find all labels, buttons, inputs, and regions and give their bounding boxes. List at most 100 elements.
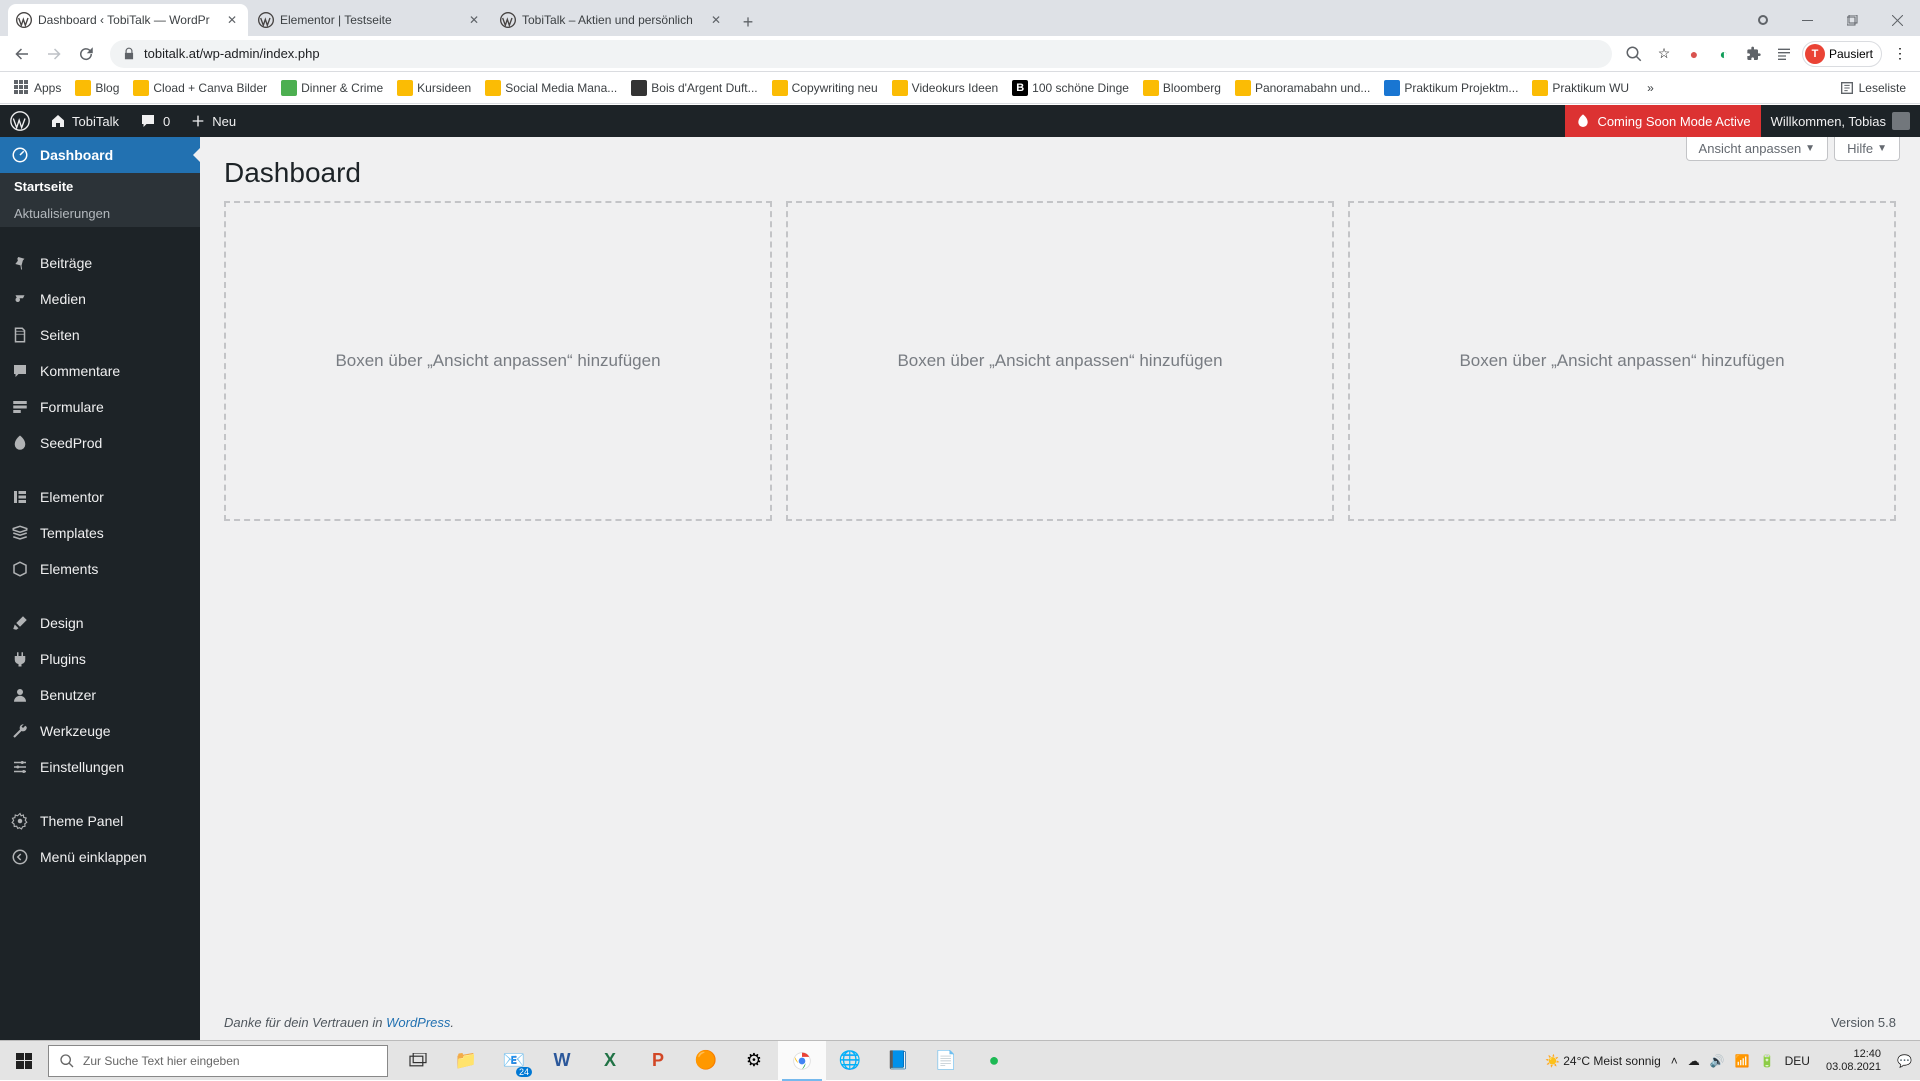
task-app-2[interactable]: 📘	[874, 1041, 922, 1081]
menu-seedprod[interactable]: SeedProd	[0, 425, 200, 461]
profile-button[interactable]: T Pausiert	[1802, 41, 1882, 67]
reading-list-button[interactable]: Leseliste	[1833, 76, 1912, 100]
tray-overflow-icon[interactable]: ˄	[1671, 1054, 1678, 1068]
bookmark-item[interactable]: Social Media Mana...	[479, 76, 623, 100]
back-button[interactable]	[8, 40, 36, 68]
close-icon[interactable]: ✕	[466, 12, 482, 28]
maximize-button[interactable]	[1830, 4, 1875, 36]
window-close-button[interactable]	[1875, 4, 1920, 36]
task-view-button[interactable]	[394, 1041, 442, 1081]
minimize-button[interactable]	[1785, 4, 1830, 36]
browser-tab-1[interactable]: Elementor | Testseite ✕	[250, 4, 490, 36]
taskbar-clock[interactable]: 12:40 03.08.2021	[1820, 1048, 1887, 1072]
menu-formulare[interactable]: Formulare	[0, 389, 200, 425]
bookmark-item[interactable]: Praktikum WU	[1526, 76, 1635, 100]
battery-icon[interactable]: 🔋	[1760, 1054, 1775, 1068]
plugin-icon	[10, 649, 30, 669]
menu-dashboard[interactable]: Dashboard	[0, 137, 200, 173]
help-tab[interactable]: Hilfe ▼	[1834, 137, 1900, 161]
weather-widget[interactable]: ☀️ 24°C Meist sonnig	[1545, 1054, 1661, 1068]
apps-shortcut[interactable]: Apps	[8, 76, 67, 100]
widget-placeholder[interactable]: Boxen über „Ansicht anpassen“ hinzufügen	[786, 201, 1334, 521]
new-content-link[interactable]: Neu	[180, 105, 246, 137]
extensions-puzzle-icon[interactable]	[1742, 42, 1766, 66]
submenu-aktualisierungen[interactable]: Aktualisierungen	[0, 200, 200, 227]
kebab-menu-icon[interactable]: ⋮	[1888, 42, 1912, 66]
menu-design[interactable]: Design	[0, 605, 200, 641]
new-tab-button[interactable]: +	[734, 8, 762, 36]
widget-placeholder[interactable]: Boxen über „Ansicht anpassen“ hinzufügen	[224, 201, 772, 521]
bookmark-overflow[interactable]: »	[1641, 77, 1660, 99]
action-center-icon[interactable]: 💬	[1897, 1054, 1912, 1068]
reading-list-icon[interactable]	[1772, 42, 1796, 66]
close-icon[interactable]: ✕	[708, 12, 724, 28]
bookmark-item[interactable]: Videokurs Ideen	[886, 76, 1005, 100]
onedrive-icon[interactable]: ☁	[1688, 1054, 1700, 1068]
my-account-link[interactable]: Willkommen, Tobias	[1761, 105, 1920, 137]
task-powerpoint[interactable]: P	[634, 1041, 682, 1081]
menu-einstellungen[interactable]: Einstellungen	[0, 749, 200, 785]
menu-templates[interactable]: Templates	[0, 515, 200, 551]
task-mail[interactable]: 📧24	[490, 1041, 538, 1081]
menu-kommentare[interactable]: Kommentare	[0, 353, 200, 389]
task-excel[interactable]: X	[586, 1041, 634, 1081]
volume-icon[interactable]: 🔊	[1710, 1054, 1725, 1068]
bookmark-item[interactable]: Copywriting neu	[766, 76, 884, 100]
account-indicator-icon[interactable]	[1740, 4, 1785, 36]
bookmark-item[interactable]: Blog	[69, 76, 125, 100]
wordpress-link[interactable]: WordPress	[386, 1015, 450, 1030]
tab-strip: Dashboard ‹ TobiTalk — WordPr ✕ Elemento…	[0, 0, 1920, 36]
task-word[interactable]: W	[538, 1041, 586, 1081]
task-notepad[interactable]: 📄	[922, 1041, 970, 1081]
bookmark-item[interactable]: Panoramabahn und...	[1229, 76, 1376, 100]
task-app-1[interactable]: 🟠	[682, 1041, 730, 1081]
menu-benutzer[interactable]: Benutzer	[0, 677, 200, 713]
menu-elementor[interactable]: Elementor	[0, 479, 200, 515]
star-icon[interactable]: ☆	[1652, 42, 1676, 66]
site-name-link[interactable]: TobiTalk	[40, 105, 129, 137]
bookmark-item[interactable]: Bloomberg	[1137, 76, 1227, 100]
menu-medien[interactable]: Medien	[0, 281, 200, 317]
bookmark-item[interactable]: B100 schöne Dinge	[1006, 76, 1135, 100]
home-icon	[50, 113, 66, 129]
coming-soon-badge[interactable]: Coming Soon Mode Active	[1565, 105, 1760, 137]
widget-placeholder[interactable]: Boxen über „Ansicht anpassen“ hinzufügen	[1348, 201, 1896, 521]
extension-icon[interactable]: ◐	[1712, 42, 1736, 66]
wp-logo-menu[interactable]	[0, 105, 40, 137]
folder-icon	[281, 80, 297, 96]
wifi-icon[interactable]: 📶	[1735, 1054, 1750, 1068]
menu-beitraege[interactable]: Beiträge	[0, 245, 200, 281]
collapse-menu[interactable]: Menü einklappen	[0, 839, 200, 875]
menu-werkzeuge[interactable]: Werkzeuge	[0, 713, 200, 749]
screen-options-tab[interactable]: Ansicht anpassen ▼	[1686, 137, 1829, 161]
reload-button[interactable]	[72, 40, 100, 68]
menu-elements[interactable]: Elements	[0, 551, 200, 587]
extension-abp-icon[interactable]: ●	[1682, 42, 1706, 66]
bookmark-item[interactable]: Dinner & Crime	[275, 76, 389, 100]
bookmark-item[interactable]: Cload + Canva Bilder	[127, 76, 273, 100]
browser-tab-0[interactable]: Dashboard ‹ TobiTalk — WordPr ✕	[8, 4, 248, 36]
task-explorer[interactable]: 📁	[442, 1041, 490, 1081]
start-button[interactable]	[0, 1041, 48, 1081]
url-text: tobitalk.at/wp-admin/index.php	[144, 46, 320, 61]
language-indicator[interactable]: DEU	[1785, 1054, 1810, 1068]
comments-link[interactable]: 0	[129, 105, 180, 137]
bookmark-item[interactable]: Praktikum Projektm...	[1378, 76, 1524, 100]
menu-seiten[interactable]: Seiten	[0, 317, 200, 353]
tab-title: Elementor | Testseite	[280, 13, 460, 27]
task-chrome[interactable]	[778, 1041, 826, 1081]
task-spotify[interactable]: ●	[970, 1041, 1018, 1081]
browser-tab-2[interactable]: TobiTalk – Aktien und persönlich ✕	[492, 4, 732, 36]
forward-button[interactable]	[40, 40, 68, 68]
close-icon[interactable]: ✕	[224, 12, 240, 28]
address-bar[interactable]: tobitalk.at/wp-admin/index.php	[110, 40, 1612, 68]
submenu-startseite[interactable]: Startseite	[0, 173, 200, 200]
taskbar-search[interactable]: Zur Suche Text hier eingeben	[48, 1045, 388, 1077]
task-edge[interactable]: 🌐	[826, 1041, 874, 1081]
bookmark-item[interactable]: Kursideen	[391, 76, 477, 100]
zoom-icon[interactable]	[1622, 42, 1646, 66]
bookmark-item[interactable]: Bois d'Argent Duft...	[625, 76, 763, 100]
menu-theme-panel[interactable]: Theme Panel	[0, 803, 200, 839]
task-obs[interactable]: ⚙	[730, 1041, 778, 1081]
menu-plugins[interactable]: Plugins	[0, 641, 200, 677]
